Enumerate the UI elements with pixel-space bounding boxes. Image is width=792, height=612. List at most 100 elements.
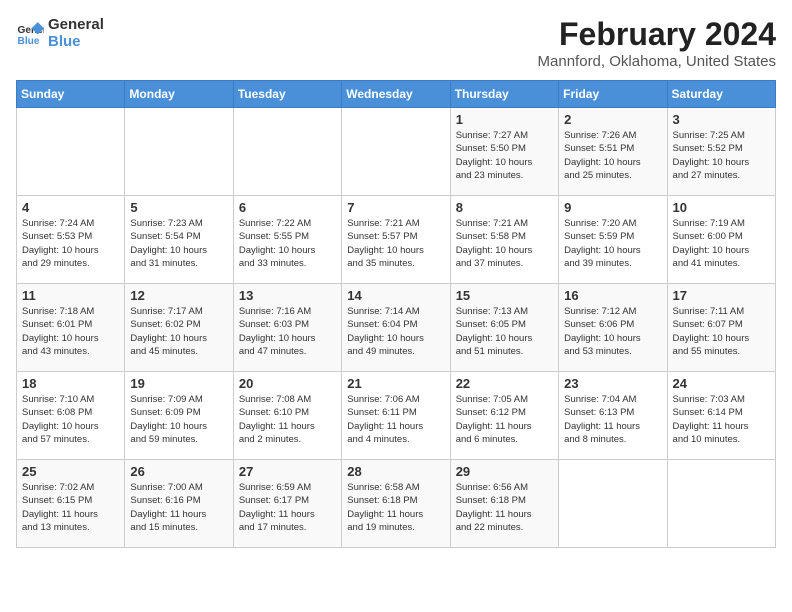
day-info: Sunrise: 7:21 AM Sunset: 5:58 PM Dayligh… <box>456 217 553 270</box>
day-number: 23 <box>564 376 661 391</box>
header-sunday: Sunday <box>17 81 125 108</box>
day-number: 14 <box>347 288 444 303</box>
day-cell: 8Sunrise: 7:21 AM Sunset: 5:58 PM Daylig… <box>450 196 558 284</box>
week-row-5: 25 Sunrise: 7:02 AM Sunset: 6:15 PM Dayli… <box>17 460 776 548</box>
day-info: Sunrise: 7:00 AM Sunset: 6:16 PM Dayligh… <box>130 481 227 534</box>
day-info: Sunrise: 7:23 AM Sunset: 5:54 PM Dayligh… <box>130 217 227 270</box>
day-info: Sunrise: 7:24 AM Sunset: 5:53 PM Dayligh… <box>22 217 119 270</box>
week-row-1: 1 Sunrise: 7:27 AM Sunset: 5:50 PM Daylig… <box>17 108 776 196</box>
day-info: Sunrise: 7:10 AM Sunset: 6:08 PM Dayligh… <box>22 393 119 446</box>
day-cell: 20 Sunrise: 7:08 AM Sunset: 6:10 PM Dayli… <box>233 372 341 460</box>
day-info: Sunrise: 7:05 AM Sunset: 6:12 PM Dayligh… <box>456 393 553 446</box>
day-cell: 13Sunrise: 7:16 AM Sunset: 6:03 PM Dayli… <box>233 284 341 372</box>
day-info: Sunrise: 7:21 AM Sunset: 5:57 PM Dayligh… <box>347 217 444 270</box>
day-number: 11 <box>22 288 119 303</box>
day-number: 29 <box>456 464 553 479</box>
day-number: 26 <box>130 464 227 479</box>
day-number: 24 <box>673 376 770 391</box>
day-info: Sunrise: 7:14 AM Sunset: 6:04 PM Dayligh… <box>347 305 444 358</box>
day-info: Sunrise: 7:25 AM Sunset: 5:52 PM Dayligh… <box>673 129 770 182</box>
day-number: 4 <box>22 200 119 215</box>
page-header: General Blue General Blue February 2024 … <box>16 16 776 70</box>
day-info: Sunrise: 7:13 AM Sunset: 6:05 PM Dayligh… <box>456 305 553 358</box>
day-cell <box>125 108 233 196</box>
day-number: 1 <box>456 112 553 127</box>
day-cell: 18Sunrise: 7:10 AM Sunset: 6:08 PM Dayli… <box>17 372 125 460</box>
week-row-3: 11 Sunrise: 7:18 AM Sunset: 6:01 PM Dayli… <box>17 284 776 372</box>
day-cell: 25 Sunrise: 7:02 AM Sunset: 6:15 PM Dayli… <box>17 460 125 548</box>
day-info: Sunrise: 7:19 AM Sunset: 6:00 PM Dayligh… <box>673 217 770 270</box>
day-number: 6 <box>239 200 336 215</box>
day-number: 19 <box>130 376 227 391</box>
day-info: Sunrise: 7:26 AM Sunset: 5:51 PM Dayligh… <box>564 129 661 182</box>
day-info: Sunrise: 7:06 AM Sunset: 6:11 PM Dayligh… <box>347 393 444 446</box>
day-cell: 26 Sunrise: 7:00 AM Sunset: 6:16 PM Dayli… <box>125 460 233 548</box>
day-cell <box>233 108 341 196</box>
header-thursday: Thursday <box>450 81 558 108</box>
day-number: 2 <box>564 112 661 127</box>
day-number: 16 <box>564 288 661 303</box>
day-number: 20 <box>239 376 336 391</box>
day-cell: 15 Sunrise: 7:13 AM Sunset: 6:05 PM Dayli… <box>450 284 558 372</box>
day-number: 9 <box>564 200 661 215</box>
day-number: 17 <box>673 288 770 303</box>
day-number: 27 <box>239 464 336 479</box>
day-number: 7 <box>347 200 444 215</box>
logo-line2: Blue <box>48 33 104 50</box>
day-cell <box>667 460 775 548</box>
day-cell: 2 Sunrise: 7:26 AM Sunset: 5:51 PM Daylig… <box>559 108 667 196</box>
day-cell: 19 Sunrise: 7:09 AM Sunset: 6:09 PM Dayli… <box>125 372 233 460</box>
day-cell: 23 Sunrise: 7:04 AM Sunset: 6:13 PM Dayli… <box>559 372 667 460</box>
day-cell: 1 Sunrise: 7:27 AM Sunset: 5:50 PM Daylig… <box>450 108 558 196</box>
calendar-header: SundayMondayTuesdayWednesdayThursdayFrid… <box>17 81 776 108</box>
day-cell: 22 Sunrise: 7:05 AM Sunset: 6:12 PM Dayli… <box>450 372 558 460</box>
day-number: 3 <box>673 112 770 127</box>
header-monday: Monday <box>125 81 233 108</box>
day-cell: 6Sunrise: 7:22 AM Sunset: 5:55 PM Daylig… <box>233 196 341 284</box>
day-number: 5 <box>130 200 227 215</box>
day-cell: 12Sunrise: 7:17 AM Sunset: 6:02 PM Dayli… <box>125 284 233 372</box>
day-cell: 4 Sunrise: 7:24 AM Sunset: 5:53 PM Daylig… <box>17 196 125 284</box>
day-number: 21 <box>347 376 444 391</box>
day-info: Sunrise: 7:18 AM Sunset: 6:01 PM Dayligh… <box>22 305 119 358</box>
calendar-body: 1 Sunrise: 7:27 AM Sunset: 5:50 PM Daylig… <box>17 108 776 548</box>
day-number: 22 <box>456 376 553 391</box>
day-info: Sunrise: 7:11 AM Sunset: 6:07 PM Dayligh… <box>673 305 770 358</box>
header-tuesday: Tuesday <box>233 81 341 108</box>
day-number: 28 <box>347 464 444 479</box>
day-cell: 28 Sunrise: 6:58 AM Sunset: 6:18 PM Dayli… <box>342 460 450 548</box>
day-info: Sunrise: 7:20 AM Sunset: 5:59 PM Dayligh… <box>564 217 661 270</box>
day-cell <box>559 460 667 548</box>
day-cell <box>342 108 450 196</box>
day-info: Sunrise: 7:27 AM Sunset: 5:50 PM Dayligh… <box>456 129 553 182</box>
day-cell: 5 Sunrise: 7:23 AM Sunset: 5:54 PM Daylig… <box>125 196 233 284</box>
logo: General Blue General Blue <box>16 16 104 51</box>
day-cell: 10 Sunrise: 7:19 AM Sunset: 6:00 PM Dayli… <box>667 196 775 284</box>
logo-icon: General Blue <box>16 19 44 47</box>
header-friday: Friday <box>559 81 667 108</box>
day-number: 12 <box>130 288 227 303</box>
day-info: Sunrise: 7:09 AM Sunset: 6:09 PM Dayligh… <box>130 393 227 446</box>
day-info: Sunrise: 6:59 AM Sunset: 6:17 PM Dayligh… <box>239 481 336 534</box>
calendar-subtitle: Mannford, Oklahoma, United States <box>538 53 776 70</box>
calendar-table: SundayMondayTuesdayWednesdayThursdayFrid… <box>16 80 776 548</box>
calendar-title: February 2024 <box>538 16 776 53</box>
day-cell: 14 Sunrise: 7:14 AM Sunset: 6:04 PM Dayli… <box>342 284 450 372</box>
day-cell: 17 Sunrise: 7:11 AM Sunset: 6:07 PM Dayli… <box>667 284 775 372</box>
day-number: 15 <box>456 288 553 303</box>
day-info: Sunrise: 7:03 AM Sunset: 6:14 PM Dayligh… <box>673 393 770 446</box>
day-number: 10 <box>673 200 770 215</box>
day-info: Sunrise: 7:12 AM Sunset: 6:06 PM Dayligh… <box>564 305 661 358</box>
week-row-4: 18Sunrise: 7:10 AM Sunset: 6:08 PM Dayli… <box>17 372 776 460</box>
day-info: Sunrise: 6:56 AM Sunset: 6:18 PM Dayligh… <box>456 481 553 534</box>
day-info: Sunrise: 6:58 AM Sunset: 6:18 PM Dayligh… <box>347 481 444 534</box>
header-row: SundayMondayTuesdayWednesdayThursdayFrid… <box>17 81 776 108</box>
day-cell: 21 Sunrise: 7:06 AM Sunset: 6:11 PM Dayli… <box>342 372 450 460</box>
day-cell: 11 Sunrise: 7:18 AM Sunset: 6:01 PM Dayli… <box>17 284 125 372</box>
day-info: Sunrise: 7:08 AM Sunset: 6:10 PM Dayligh… <box>239 393 336 446</box>
header-saturday: Saturday <box>667 81 775 108</box>
day-info: Sunrise: 7:02 AM Sunset: 6:15 PM Dayligh… <box>22 481 119 534</box>
day-info: Sunrise: 7:04 AM Sunset: 6:13 PM Dayligh… <box>564 393 661 446</box>
day-number: 25 <box>22 464 119 479</box>
header-wednesday: Wednesday <box>342 81 450 108</box>
